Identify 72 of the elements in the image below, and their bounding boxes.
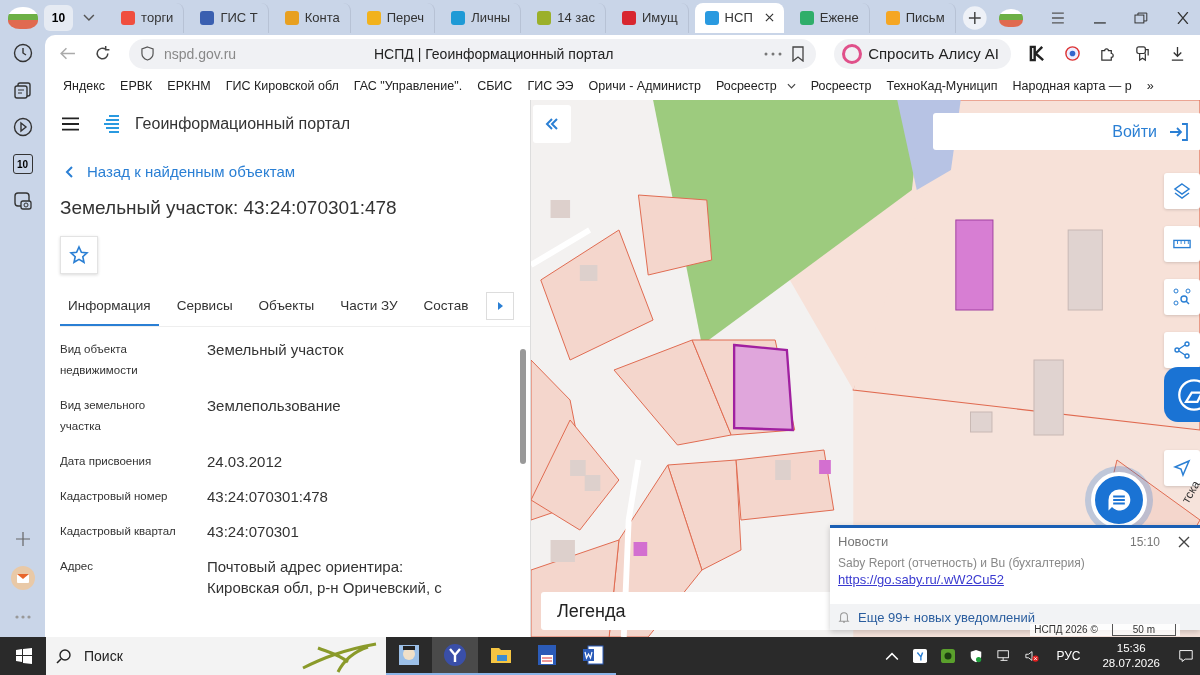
- info-tab[interactable]: Информация: [60, 286, 159, 326]
- notification-text: Saby Report (отчетность) и Bu (бухгалтерия): [837, 555, 1086, 570]
- field-label: Вид объекта недвижимости: [60, 342, 139, 378]
- field-label: Кадастровый квартал: [60, 524, 177, 539]
- info-tab[interactable]: Объекты: [250, 286, 323, 326]
- tab-title: Письм: [905, 10, 945, 25]
- browser-tab[interactable]: Имущ: [612, 2, 689, 33]
- browser-tab[interactable]: ГИС Т: [190, 2, 269, 33]
- browser-tab[interactable]: 14 зас: [527, 2, 606, 33]
- tab-title: Ежене: [819, 10, 859, 25]
- tab-title: Имущ: [642, 10, 678, 25]
- map-scale: 50 m: [1111, 624, 1176, 636]
- page-title: НСПД | Геоинформационный портал: [374, 45, 615, 62]
- notification-source: Новости: [838, 534, 890, 549]
- back-link[interactable]: Назад к найденным объектам: [65, 163, 530, 180]
- browser-tab[interactable]: Письм: [875, 2, 956, 33]
- bookmark-link[interactable]: ГИС Кировской обл: [225, 79, 339, 93]
- field-label: Кадастровый номер: [60, 489, 169, 504]
- browser-tab[interactable]: Ежене: [789, 2, 870, 33]
- tab-title: ГИС Т: [220, 10, 258, 25]
- bookmark-link[interactable]: Росреестр: [810, 79, 872, 93]
- tab-counter[interactable]: 10: [12, 154, 33, 174]
- portal-title: Геоинформационный портал: [135, 115, 351, 133]
- field-value: 43:24:070301:478: [207, 487, 329, 507]
- browser-tab[interactable]: НСП: [694, 2, 784, 33]
- tab-title: Личны: [471, 10, 511, 25]
- browser-tab[interactable]: Конта: [274, 2, 351, 33]
- tab-title: Конта: [304, 10, 340, 25]
- clock-time[interactable]: 15:36: [1116, 641, 1146, 656]
- bookmark-link[interactable]: ЕРКНМ: [167, 79, 211, 93]
- field-label: Адрес: [60, 559, 94, 574]
- street-label: тска: [1178, 478, 1200, 506]
- notification-time: 15:10: [1129, 534, 1160, 549]
- legend-title: Легенда: [557, 600, 626, 622]
- taskbar-search-field[interactable]: Поиск: [46, 637, 386, 675]
- bookmark-link[interactable]: Народная карта — р: [1012, 79, 1132, 93]
- tab-title: НСП: [724, 10, 753, 25]
- browser-tab[interactable]: торги: [111, 2, 185, 33]
- bookmark-link[interactable]: ГАС "Управление".: [353, 79, 463, 93]
- field-value: Почтовый адрес ориентира: Кировская обл, р-н Оричевский, с: [207, 557, 443, 598]
- notification-link[interactable]: https://go.saby.ru/.wW2Cu52: [830, 570, 1012, 587]
- bookmark-link[interactable]: СБИС: [477, 79, 513, 93]
- url-text: nspd.gov.ru: [164, 45, 238, 62]
- bookmark-link[interactable]: ТехноКад-Муницип: [886, 79, 998, 93]
- field-label: Вид земельного участка: [60, 398, 147, 434]
- tab-title: Переч: [386, 10, 425, 25]
- tab-title: торги: [141, 10, 174, 25]
- info-tab[interactable]: Части ЗУ: [332, 286, 406, 326]
- field-value: Землепользование: [207, 396, 342, 416]
- bookmark-link[interactable]: Росреестр: [715, 79, 777, 93]
- ask-assistant-button[interactable]: Спросить Алису AI: [834, 38, 1011, 69]
- tab-counter-button[interactable]: 10: [43, 4, 74, 31]
- field-value: 43:24:070301: [207, 522, 300, 542]
- browser-tab[interactable]: Личны: [441, 2, 522, 33]
- clock-date[interactable]: 28.07.2026: [1102, 656, 1160, 671]
- bookmark-link[interactable]: Оричи - Администр: [588, 79, 701, 93]
- address-bar[interactable]: nspd.gov.ru НСПД | Геоинформационный портал: [129, 38, 817, 69]
- field-value: Земельный участок: [207, 340, 345, 360]
- login-button[interactable]: Войти: [933, 113, 1200, 150]
- bookmark-link[interactable]: ГИС ЭЭ: [527, 79, 574, 93]
- bookmark-link[interactable]: ЕРВК: [120, 79, 153, 93]
- bookmark-link[interactable]: Яндекс: [63, 79, 106, 93]
- language-indicator[interactable]: РУС: [1056, 649, 1081, 663]
- more-bookmarks-button[interactable]: »: [1146, 79, 1154, 93]
- tab-title: 14 зас: [557, 10, 595, 25]
- field-value: 24.03.2012: [207, 452, 284, 472]
- search-placeholder: Поиск: [84, 648, 124, 664]
- object-title: Земельный участок: 43:24:070301:478: [60, 197, 398, 219]
- info-tab[interactable]: Состав: [415, 286, 477, 326]
- field-label: Дата присвоения: [60, 454, 153, 469]
- info-tab[interactable]: Сервисы: [168, 286, 241, 326]
- browser-tab[interactable]: Переч: [356, 2, 436, 33]
